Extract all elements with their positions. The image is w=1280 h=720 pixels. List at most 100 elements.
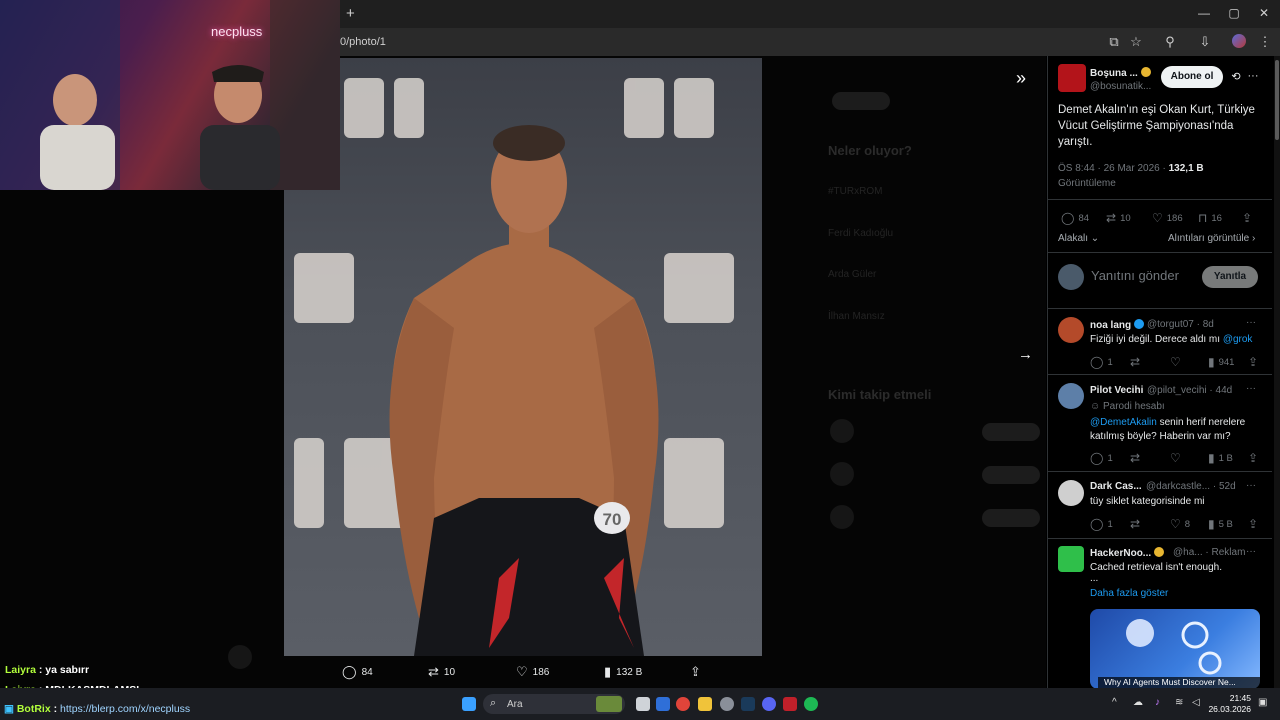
tweet-photo[interactable]: 70	[284, 58, 762, 656]
stream-logo: necpluss	[211, 24, 263, 39]
reply-repost-button[interactable]: ⇄	[1130, 355, 1140, 369]
reply-author-name[interactable]: noa lang	[1090, 319, 1145, 331]
taskbar-search-text[interactable]: Ara	[507, 699, 523, 710]
repost-stat-button[interactable]: ⇄ 10	[1106, 211, 1131, 225]
reply-comment-button[interactable]: ◯ 1	[1090, 517, 1113, 531]
reply-avatar[interactable]	[1058, 480, 1084, 506]
photo-repost-button[interactable]: ⇄ 10	[428, 664, 455, 680]
reply-handle[interactable]: @pilot_vecihi · 44d	[1147, 385, 1232, 396]
chat-message: ▣ BotRix : https://blerp.com/x/necpluss	[4, 703, 191, 715]
photo-reply-button[interactable]: ◯ 84	[342, 664, 373, 680]
reply-handle[interactable]: @torgut07 · 8d	[1147, 319, 1214, 330]
subscribe-button[interactable]: Abone ol	[1161, 66, 1223, 88]
taskbar-clock[interactable]: 21:45 26.03.2026	[1207, 693, 1251, 715]
more-options-icon[interactable]: ···	[1245, 70, 1261, 82]
notification-icon[interactable]: ▣	[1258, 697, 1267, 708]
collapse-panel-icon[interactable]: »	[1016, 68, 1026, 89]
grok-icon[interactable]: ⟲	[1228, 70, 1244, 83]
maximize-button[interactable]: ▢	[1224, 6, 1244, 20]
next-photo-icon[interactable]: →	[1018, 346, 1033, 363]
reply-comment-button[interactable]: ◯ 1	[1090, 451, 1113, 465]
scrollbar-thumb[interactable]	[1275, 60, 1279, 140]
close-window-button[interactable]: ✕	[1254, 6, 1274, 20]
steam-icon[interactable]	[741, 697, 755, 711]
tray-chevron-icon[interactable]: ^	[1112, 697, 1117, 708]
bookmark-stat-button[interactable]: ⊓ 16	[1198, 211, 1222, 225]
obs-icon[interactable]	[783, 697, 797, 711]
reply-author-name[interactable]: Pilot Vecihi	[1090, 385, 1143, 396]
minimize-button[interactable]: —	[1194, 6, 1214, 20]
reply-comment-button[interactable]: ◯ 1	[1090, 355, 1113, 369]
view-quotes-link[interactable]: Alıntıları görüntüle ›	[1168, 233, 1255, 244]
share-icon: ⇪	[690, 664, 701, 679]
reply-share-button[interactable]: ⇪	[1248, 451, 1258, 465]
background-trend-item: #TURxROM	[828, 186, 883, 197]
url-text[interactable]: 0/photo/1	[340, 36, 386, 48]
reply-author-name[interactable]: Dark Cas...	[1090, 481, 1142, 492]
reply-like-button[interactable]: ♡ 8	[1170, 517, 1190, 531]
reply-views-button[interactable]: ▮ 5 B	[1208, 517, 1233, 531]
photo-like-button[interactable]: ♡ 186	[516, 664, 549, 680]
reply-like-button[interactable]: ♡	[1170, 355, 1181, 369]
browser-menu-icon[interactable]: ⋮	[1257, 34, 1273, 50]
verified-badge-icon	[1140, 67, 1151, 77]
reply-avatar[interactable]	[1058, 383, 1084, 409]
parody-badge: ☺ Parodi hesabı	[1090, 401, 1165, 412]
reply-repost-button[interactable]: ⇄	[1130, 451, 1140, 465]
advertiser-handle[interactable]: @ha... · Reklam	[1173, 547, 1245, 558]
more-options-icon[interactable]: ···	[1246, 383, 1256, 394]
reply-views-button[interactable]: ▮ 941	[1208, 355, 1234, 369]
reply-avatar[interactable]	[1058, 317, 1084, 343]
more-options-icon[interactable]: ···	[1246, 480, 1256, 491]
reply-stat-button[interactable]: ◯ 84	[1061, 211, 1089, 225]
reply-text-line2: katılmış böyle? Haberin var mı?	[1090, 431, 1231, 442]
reply-views-button[interactable]: ▮ 1 B	[1208, 451, 1233, 465]
chrome-icon[interactable]	[676, 697, 690, 711]
volume-icon[interactable]: ◁	[1192, 697, 1200, 708]
reply-input[interactable]: Yanıtını gönder	[1091, 268, 1179, 283]
onedrive-icon[interactable]: ☁	[1133, 697, 1143, 708]
discord-icon[interactable]	[762, 697, 776, 711]
wifi-icon[interactable]: ≋	[1175, 697, 1183, 708]
bib-number: 70	[603, 510, 622, 529]
divider	[1047, 471, 1272, 472]
share-button[interactable]: ⇪	[1242, 211, 1252, 225]
extensions-icon[interactable]: ⚲	[1162, 34, 1178, 50]
sort-dropdown[interactable]: Alakalı ⌄	[1058, 233, 1099, 244]
reply-like-button[interactable]: ♡	[1170, 451, 1181, 465]
more-options-icon[interactable]: ···	[1246, 317, 1256, 328]
reply-handle[interactable]: @darkcastle... · 52d	[1146, 481, 1236, 492]
chat-message: Laiyra : ya sabırr	[5, 664, 90, 676]
bookmark-star-icon[interactable]: ☆	[1128, 34, 1144, 50]
spotify-icon[interactable]	[804, 697, 818, 711]
like-stat-button[interactable]: ♡ 186	[1152, 211, 1183, 225]
author-name[interactable]: Boşuna ...	[1090, 67, 1151, 79]
new-tab-button[interactable]: +	[346, 5, 355, 22]
reply-share-button[interactable]: ⇪	[1248, 355, 1258, 369]
settings-icon[interactable]	[720, 697, 734, 711]
chevron-down-icon: ⌄	[1090, 233, 1100, 244]
author-handle[interactable]: @bosunatik...	[1090, 81, 1151, 92]
author-avatar[interactable]	[1058, 64, 1086, 92]
microphone-icon[interactable]: ♪	[1155, 697, 1160, 708]
task-view-icon[interactable]	[636, 697, 650, 711]
photo-share-button[interactable]: ⇪	[690, 664, 701, 680]
advertiser-name[interactable]: HackerNoo...	[1090, 547, 1165, 559]
file-explorer-icon[interactable]	[698, 697, 712, 711]
reply-repost-button[interactable]: ⇄	[1130, 517, 1140, 531]
more-options-icon[interactable]: ···	[1246, 546, 1256, 557]
background-follow-pill	[982, 466, 1040, 484]
reply-button[interactable]: Yanıtla	[1202, 266, 1258, 288]
bookmark-icon: ⊓	[1198, 211, 1208, 225]
reply-share-button[interactable]: ⇪	[1248, 517, 1258, 531]
install-app-icon[interactable]: ⧉	[1106, 34, 1122, 50]
photo-views-button[interactable]: ▮ 132 B	[604, 664, 642, 680]
profile-avatar[interactable]	[1232, 34, 1246, 48]
divider	[1047, 308, 1272, 309]
panel-scrollbar[interactable]	[1274, 56, 1280, 688]
windows-start-icon[interactable]	[462, 697, 476, 711]
downloads-icon[interactable]: ⇩	[1197, 34, 1213, 50]
edge-icon[interactable]	[656, 697, 670, 711]
show-more-link[interactable]: Daha fazla göster	[1090, 588, 1168, 599]
advertiser-avatar[interactable]	[1058, 546, 1084, 572]
